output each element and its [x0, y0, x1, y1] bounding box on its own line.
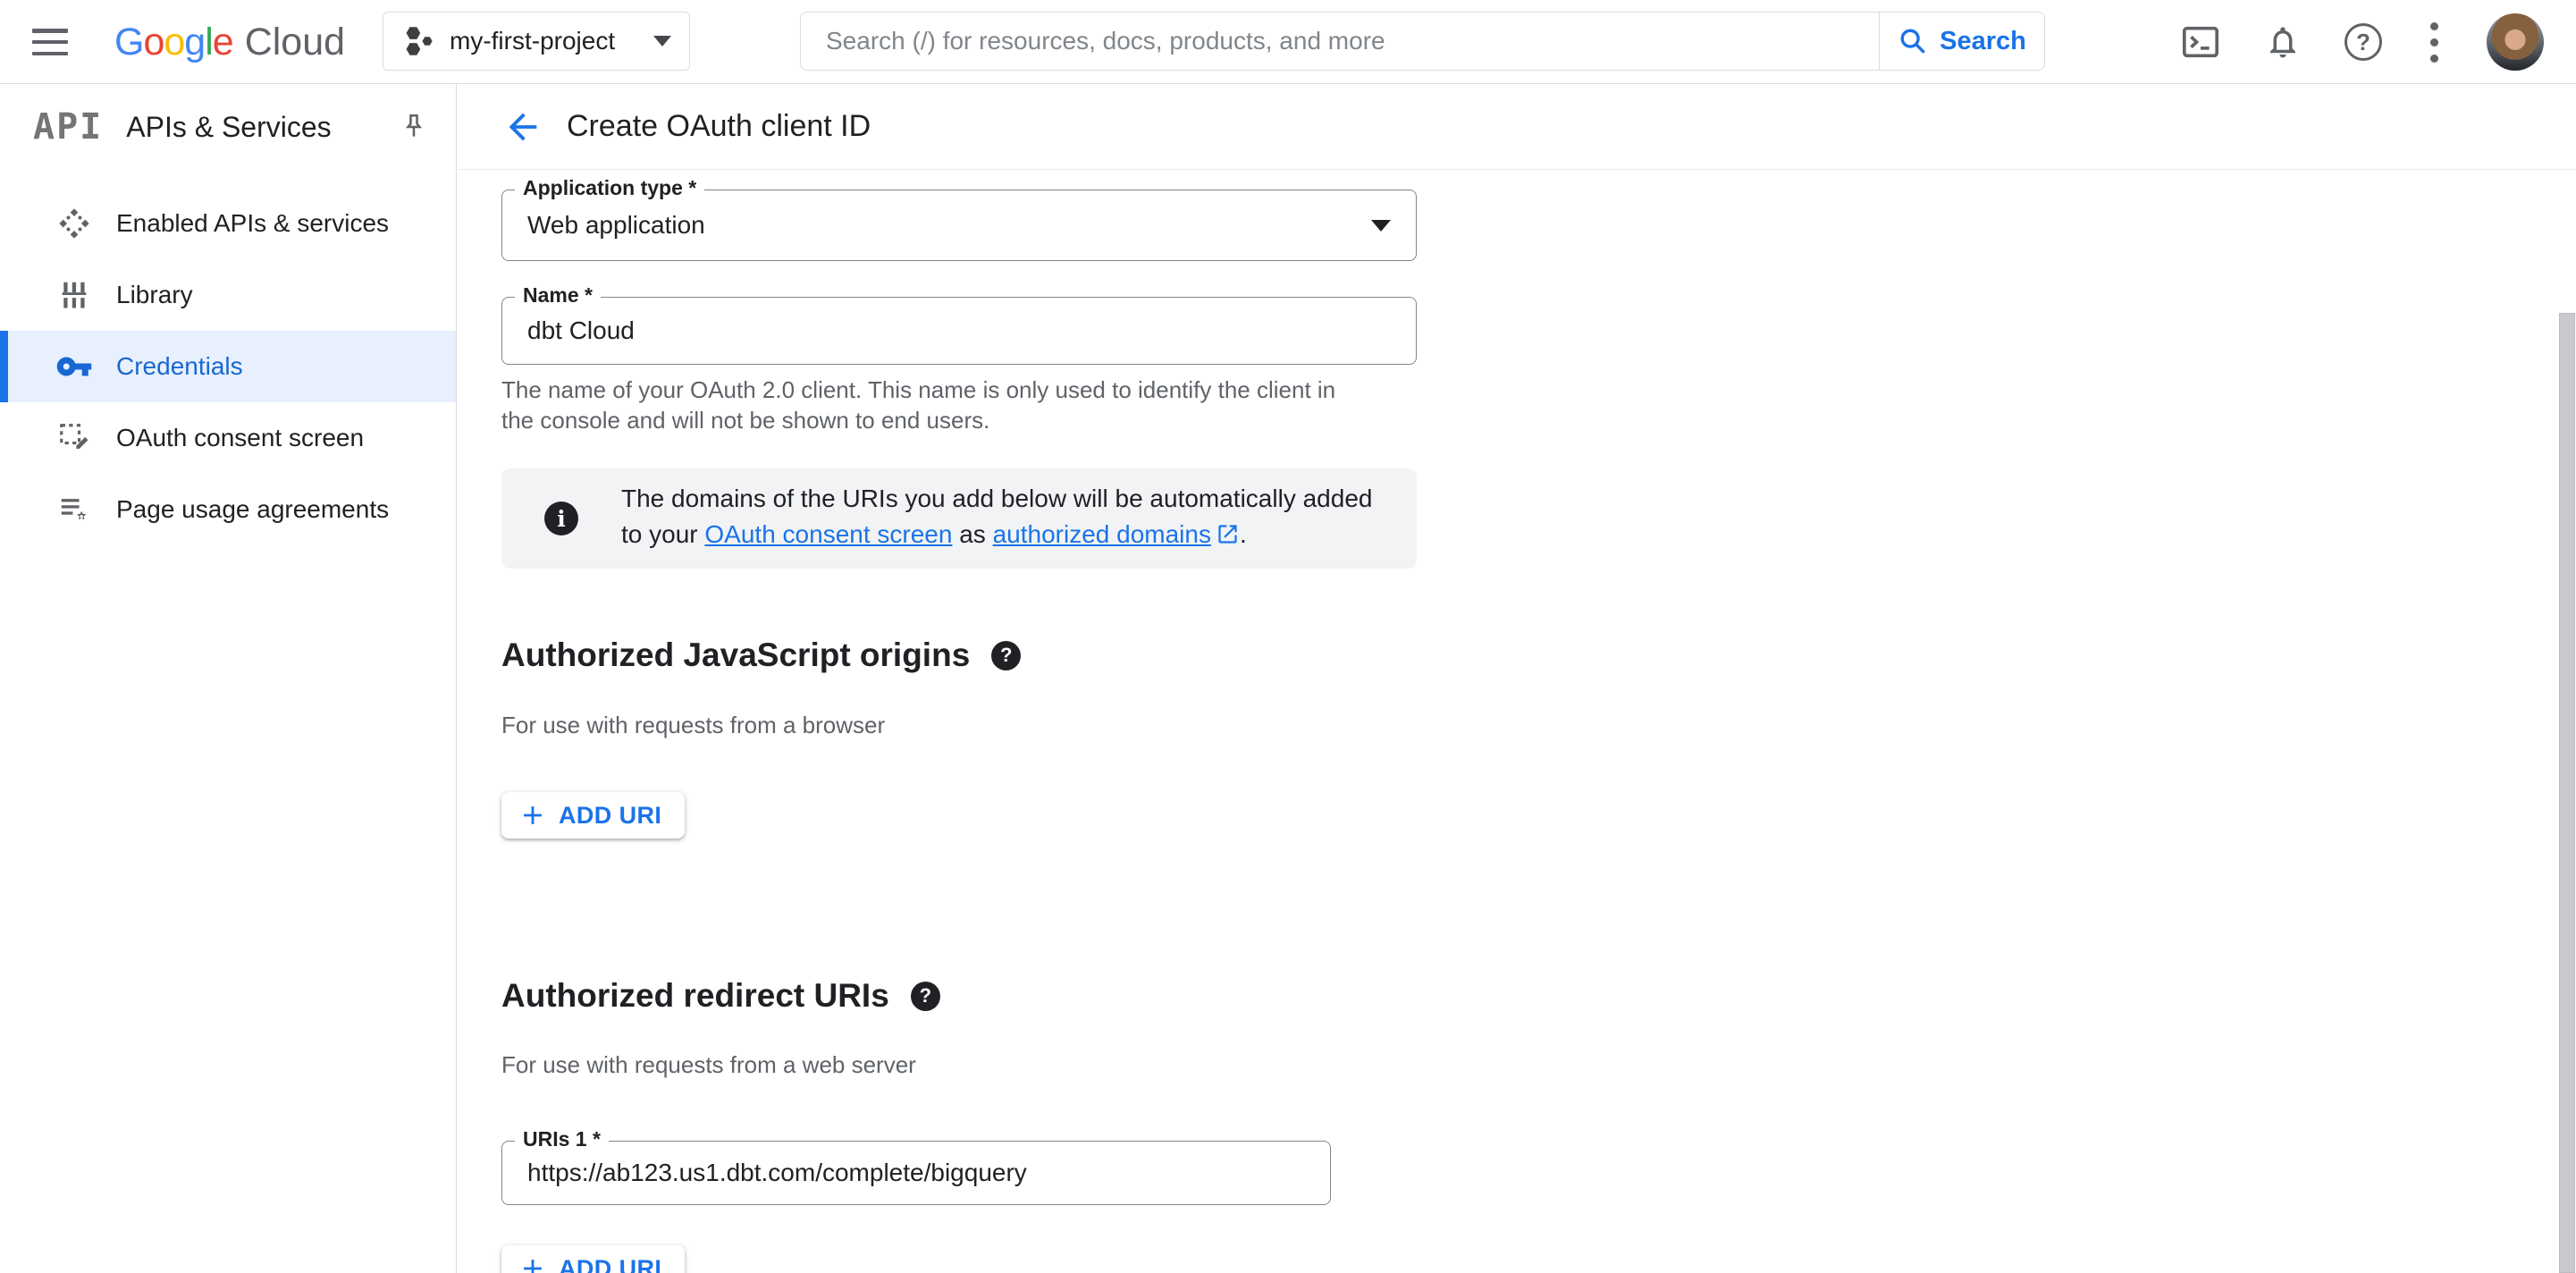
- help-icon[interactable]: ?: [910, 981, 940, 1011]
- hamburger-menu-icon[interactable]: [32, 29, 68, 55]
- enabled-apis-icon: [55, 206, 93, 241]
- help-icon[interactable]: ?: [991, 640, 1022, 670]
- application-type-select[interactable]: Application type * Web application: [501, 176, 1417, 261]
- sidebar-item-label: Library: [116, 281, 193, 308]
- pin-icon[interactable]: [399, 112, 429, 142]
- logo-letter: G: [114, 20, 144, 63]
- js-origins-description: For use with requests from a browser: [501, 712, 886, 738]
- search-button[interactable]: Search: [1879, 13, 2044, 70]
- uri1-input[interactable]: [527, 1159, 1305, 1187]
- notifications-bell-icon[interactable]: [2264, 23, 2302, 61]
- info-banner: i The domains of the URIs you add below …: [501, 468, 1417, 569]
- uri1-label: URIs 1 *: [515, 1127, 609, 1151]
- page-title: Create OAuth client ID: [567, 109, 871, 143]
- external-link-icon: [1216, 520, 1240, 556]
- project-selector[interactable]: my-first-project: [383, 12, 690, 71]
- google-cloud-logo[interactable]: G o o g l e Cloud: [114, 0, 345, 84]
- logo-letter: e: [212, 20, 234, 63]
- page-usage-icon: [55, 493, 93, 527]
- sidebar-item-label: Page usage agreements: [116, 495, 390, 523]
- consent-screen-icon: [55, 421, 93, 455]
- sidebar-item-label: OAuth consent screen: [116, 424, 365, 451]
- sidebar-title: APIs & Services: [126, 110, 332, 143]
- application-type-value: Web application: [527, 211, 705, 239]
- dropdown-arrow-icon: [1371, 219, 1391, 232]
- sidebar-item-credentials[interactable]: Credentials: [0, 331, 456, 402]
- library-icon: [55, 278, 93, 312]
- project-icon: [401, 24, 435, 58]
- top-bar-actions: ?: [2180, 0, 2544, 84]
- page-header: Create OAuth client ID: [458, 84, 2576, 170]
- js-origins-heading: Authorized JavaScript origins ?: [501, 636, 1022, 674]
- authorized-domains-link[interactable]: authorized domains: [993, 520, 1211, 548]
- oauth-consent-screen-link[interactable]: OAuth consent screen: [704, 520, 952, 548]
- help-icon[interactable]: ?: [2344, 23, 2382, 61]
- api-product-logo: API: [33, 106, 104, 148]
- sidebar-item-page-usage[interactable]: Page usage agreements: [0, 474, 456, 545]
- js-origins-heading-text: Authorized JavaScript origins: [501, 636, 971, 673]
- name-helper-text: The name of your OAuth 2.0 client. This …: [501, 376, 1336, 434]
- global-search-bar: Search: [800, 12, 2045, 71]
- add-uri-button-label: ADD URI: [559, 801, 662, 829]
- add-uri-button-js-origins[interactable]: ADD URI: [501, 792, 686, 839]
- form-content: Application type * Web application Name …: [458, 170, 2576, 1273]
- sidebar-item-oauth-consent[interactable]: OAuth consent screen: [0, 402, 456, 474]
- sidebar-item-label: Credentials: [116, 352, 243, 380]
- key-icon: [55, 348, 93, 385]
- vertical-scrollbar[interactable]: [2559, 313, 2575, 1273]
- name-input[interactable]: [527, 316, 1391, 345]
- redirect-uris-description: For use with requests from a web server: [501, 1051, 916, 1078]
- top-bar: G o o g l e Cloud my-first-project Searc…: [0, 0, 2576, 84]
- name-field-container: Name *: [501, 283, 1417, 365]
- logo-letter: g: [184, 20, 206, 63]
- info-icon: i: [544, 502, 578, 535]
- chevron-down-icon: [653, 36, 671, 46]
- sidebar: API APIs & Services Enabled APIs & servi…: [0, 84, 457, 1273]
- redirect-uris-heading: Authorized redirect URIs ?: [501, 977, 940, 1015]
- redirect-uris-heading-text: Authorized redirect URIs: [501, 977, 889, 1014]
- project-name: my-first-project: [450, 27, 616, 55]
- main-panel: Create OAuth client ID Application type …: [458, 84, 2576, 1273]
- search-button-label: Search: [1940, 26, 2026, 55]
- back-arrow-icon[interactable]: [502, 106, 543, 148]
- google-cloud-console: G o o g l e Cloud my-first-project Searc…: [0, 0, 2576, 1273]
- info-banner-text: The domains of the URIs you add below wi…: [621, 481, 1390, 556]
- sidebar-item-enabled-apis[interactable]: Enabled APIs & services: [0, 188, 456, 259]
- plus-icon: [518, 800, 548, 830]
- name-label: Name *: [515, 283, 601, 308]
- info-text-between: as: [952, 520, 993, 548]
- avatar[interactable]: [2487, 13, 2544, 71]
- application-type-label: Application type *: [515, 176, 705, 200]
- add-uri-button-label: ADD URI: [559, 1254, 662, 1273]
- search-input[interactable]: [801, 13, 1879, 70]
- logo-cloud-text: Cloud: [244, 20, 346, 63]
- sidebar-item-label: Enabled APIs & services: [116, 209, 390, 237]
- more-options-icon[interactable]: [2425, 21, 2444, 63]
- logo-letter: o: [164, 20, 185, 63]
- search-icon: [1898, 26, 1928, 56]
- logo-letter: o: [143, 20, 164, 63]
- plus-icon: [518, 1253, 548, 1273]
- sidebar-header: API APIs & Services: [0, 84, 456, 170]
- logo-letter: l: [205, 20, 214, 63]
- add-uri-button-redirect[interactable]: ADD URI: [501, 1245, 686, 1273]
- cloud-shell-icon[interactable]: [2180, 21, 2221, 63]
- sidebar-item-library[interactable]: Library: [0, 259, 456, 331]
- sidebar-nav: Enabled APIs & services Library Credenti…: [0, 188, 456, 545]
- info-text-after: .: [1239, 520, 1247, 548]
- uri1-field-container: URIs 1 *: [501, 1127, 1331, 1205]
